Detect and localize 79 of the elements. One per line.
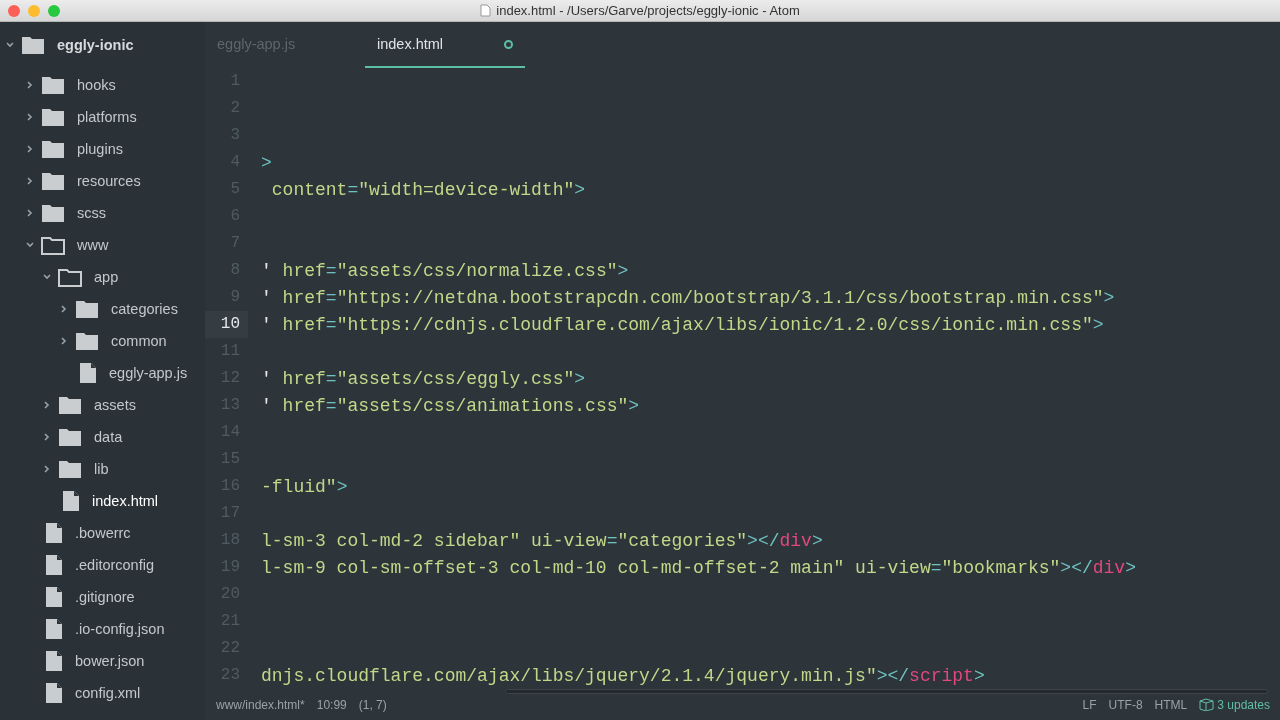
file-icon <box>45 522 63 544</box>
chevron-right-icon[interactable] <box>42 464 52 474</box>
encoding[interactable]: UTF-8 <box>1108 697 1143 712</box>
file-name[interactable]: .editorconfig <box>75 557 154 573</box>
folder-icon <box>41 203 65 223</box>
code-line: > <box>260 152 272 173</box>
folder-icon <box>21 35 45 55</box>
chevron-right-icon[interactable] <box>25 80 35 90</box>
horizontal-scrollbar[interactable] <box>505 689 1268 694</box>
code-line: dnjs.cloudflare.com/ajax/libs/jquery/2.1.4/jquery.min.js"></script> <box>260 665 985 686</box>
chevron-down-icon[interactable] <box>5 40 15 50</box>
cursor-position[interactable]: 10:99 <box>316 697 347 712</box>
chevron-right-icon[interactable] <box>25 208 35 218</box>
file-name[interactable]: .gitignore <box>75 589 135 605</box>
folder-name[interactable]: scss <box>77 205 106 221</box>
chevron-right-icon[interactable] <box>25 144 35 154</box>
folder-name[interactable]: data <box>94 429 123 445</box>
chevron-right-icon[interactable] <box>59 336 69 346</box>
file-icon <box>45 586 63 608</box>
chevron-right-icon[interactable] <box>42 400 52 410</box>
folder-icon <box>41 171 65 191</box>
file-name[interactable]: .io-config.json <box>75 621 165 637</box>
folder-name[interactable]: platforms <box>77 109 137 125</box>
chevron-down-icon[interactable] <box>42 272 52 282</box>
file-name[interactable]: eggly-app.js <box>109 365 188 381</box>
code-line: -fluid"> <box>260 476 348 497</box>
file-name[interactable]: index.html <box>92 493 159 509</box>
folder-name[interactable]: categories <box>111 301 178 317</box>
folder-icon <box>75 299 99 319</box>
document-icon <box>480 4 492 17</box>
line-ending[interactable]: LF <box>1082 697 1097 712</box>
file-icon <box>45 554 63 576</box>
file-icon <box>79 362 97 384</box>
window-title: index.html - /Users/Garve/projects/eggly-ionic - Atom <box>496 3 800 18</box>
folder-icon <box>41 139 65 159</box>
file-name[interactable]: bower.json <box>75 653 145 669</box>
folder-icon <box>41 235 65 255</box>
folder-name[interactable]: app <box>94 269 119 285</box>
code-line: ' href="https://cdnjs.cloudflare.com/ajax/libs/ionic/1.2.0/css/ionic.min.css"> <box>260 314 1104 335</box>
project-name[interactable]: eggly-ionic <box>57 37 134 53</box>
file-icon <box>45 618 63 640</box>
folder-icon <box>58 459 82 479</box>
code-line: l-sm-9 col-sm-offset-3 col-md-10 col-md-offset-2 main" ui-view="bookmarks"></div> <box>260 557 1136 578</box>
folder-icon <box>58 427 82 447</box>
grammar[interactable]: HTML <box>1154 697 1188 712</box>
line-number: 10 <box>205 311 248 338</box>
file-path[interactable]: www/index.html* <box>216 697 305 712</box>
folder-icon <box>58 395 82 415</box>
folder-icon <box>41 107 65 127</box>
code-line: ' href="https://netdna.bootstrapcdn.com/bootstrap/3.1.1/css/bootstrap.min.css"> <box>260 287 1115 308</box>
selection-count: (1, 7) <box>358 697 387 712</box>
chevron-right-icon[interactable] <box>59 304 69 314</box>
chevron-right-icon[interactable] <box>42 432 52 442</box>
file-name[interactable]: .bowerrc <box>75 525 131 541</box>
updates-link[interactable]: 3 updates <box>1199 697 1270 712</box>
code-line: ' href="assets/css/eggly.css"> <box>260 368 586 389</box>
code-line: l-sm-3 col-md-2 sidebar" ui-view="categories"></div> <box>260 530 823 551</box>
file-icon <box>45 650 63 672</box>
folder-icon <box>75 331 99 351</box>
chevron-right-icon[interactable] <box>25 176 35 186</box>
folder-name[interactable]: hooks <box>77 77 116 93</box>
file-name[interactable]: config.xml <box>75 685 141 701</box>
chevron-right-icon[interactable] <box>25 112 35 122</box>
code-line: ' href="assets/css/normalize.css"> <box>260 260 629 281</box>
package-icon <box>1199 698 1215 711</box>
folder-name[interactable]: assets <box>94 397 136 413</box>
code-line: content="width=device-width"> <box>270 179 586 200</box>
chevron-down-icon[interactable] <box>25 240 35 250</box>
folder-name[interactable]: www <box>77 237 109 253</box>
file-icon <box>62 490 80 512</box>
folder-icon <box>58 267 82 287</box>
folder-name[interactable]: common <box>111 333 167 349</box>
editor-tab[interactable]: index.html <box>365 22 525 68</box>
code-line: ' href="assets/css/animations.css"> <box>260 395 640 416</box>
folder-icon <box>41 75 65 95</box>
folder-name[interactable]: resources <box>77 173 141 189</box>
folder-name[interactable]: lib <box>94 461 109 477</box>
folder-name[interactable]: plugins <box>77 141 123 157</box>
file-icon <box>45 682 63 704</box>
